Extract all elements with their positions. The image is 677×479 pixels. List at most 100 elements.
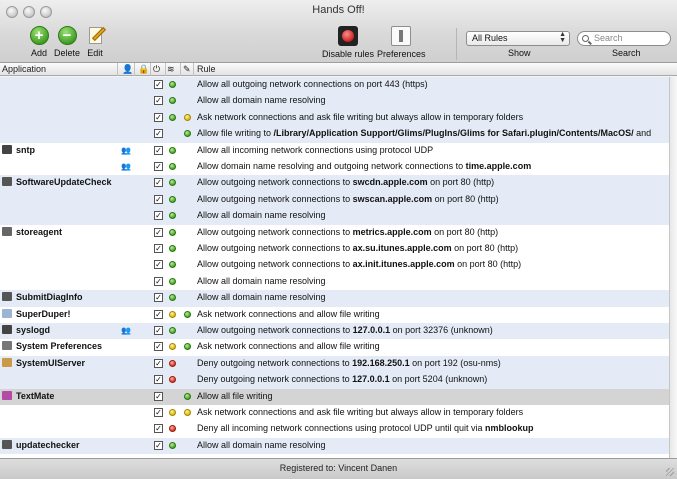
rule-enabled-checkbox[interactable]: ✓	[154, 178, 163, 188]
wifi-icon[interactable]: ≋	[167, 64, 175, 75]
show-select-value: All Rules	[472, 33, 508, 43]
table-row[interactable]: SoftwareUpdateCheck ✓ Allow outgoing netwo…	[0, 175, 669, 192]
rule-text: Ask network connections and ask file wri…	[197, 111, 524, 122]
window-title: Hands Off!	[312, 4, 365, 16]
rule-text: Allow all domain name resolving	[197, 95, 326, 106]
rule-enabled-checkbox[interactable]: ✓	[154, 96, 163, 106]
search-icon	[582, 35, 589, 42]
rule-text: Allow outgoing network connections to me…	[197, 226, 499, 237]
rule-enabled-checkbox[interactable]: ✓	[154, 162, 163, 171]
app-name: syslogd	[2, 325, 114, 335]
app-icon	[2, 390, 12, 400]
table-row[interactable]: ✓ Allow all domain name resolving	[0, 93, 669, 110]
table-row[interactable]: SubmitDiagInfo ✓ Allow all domain name res…	[0, 290, 669, 307]
edit-button[interactable]: Edit	[78, 26, 112, 60]
table-row[interactable]: storeagent ✓ Allow outgoing network connec…	[0, 224, 669, 241]
table-row[interactable]: SuperDuper! ✓ Ask network connections and …	[0, 306, 669, 323]
rule-enabled-checkbox[interactable]: ✓	[154, 80, 163, 89]
table-row[interactable]: TextMate ✓ Allow all file writing	[0, 388, 669, 405]
column-header-application[interactable]: Application	[2, 64, 46, 75]
rule-enabled-checkbox[interactable]: ✓	[154, 260, 163, 270]
pencil-icon[interactable]: ✎	[183, 64, 191, 75]
rule-enabled-checkbox[interactable]: ✓	[154, 293, 163, 303]
app-icon	[2, 308, 12, 318]
table-row[interactable]: 👥 ✓ Allow domain name resolving and outgoi…	[0, 159, 669, 176]
preferences-button[interactable]: Preferences	[377, 26, 426, 59]
table-row[interactable]: System Preferences ✓ Ask network connectio…	[0, 339, 669, 356]
table-row[interactable]: ✓ Allow outgoing network connections to s…	[0, 191, 669, 209]
rule-enabled-checkbox[interactable]: ✓	[154, 342, 163, 352]
search-input[interactable]: Search	[577, 31, 671, 46]
app-icon	[2, 144, 12, 154]
table-row[interactable]: syslogd 👥 ✓ Allow outgoing network connecti…	[0, 323, 669, 340]
rule-enabled-checkbox[interactable]: ✓	[154, 211, 163, 221]
table-row[interactable]: ✓ Allow outgoing network connections to a…	[0, 241, 669, 258]
app-icon	[2, 357, 12, 367]
rule-enabled-checkbox[interactable]: ✓	[154, 375, 163, 385]
title-toolbar: Hands Off! + Add − Delete Edit Disable r…	[0, 0, 677, 63]
rule-enabled-checkbox[interactable]: ✓	[154, 391, 163, 401]
rule-text: Allow file writing to /Library/Applicati…	[197, 128, 652, 139]
table-row[interactable]: updatechecker ✓ Allow all domain name reso…	[0, 437, 669, 455]
table-row[interactable]: ✓ Ask network connections and ask file wr…	[0, 405, 669, 422]
user-icon[interactable]: 👤	[122, 64, 133, 75]
green-status-icon	[184, 343, 191, 351]
green-status-icon	[184, 310, 191, 318]
table-row[interactable]: ✓ Deny outgoing network connections to 12…	[0, 372, 669, 389]
yellow-status-icon	[184, 113, 191, 121]
rule-enabled-checkbox[interactable]: ✓	[154, 129, 163, 139]
rule-enabled-checkbox[interactable]: ✓	[154, 440, 163, 450]
rule-text: Allow all incoming network connections u…	[197, 144, 434, 155]
rule-enabled-checkbox[interactable]: ✓	[154, 276, 163, 286]
disable-rules-button[interactable]: Disable rules	[322, 26, 374, 59]
red-status-icon	[169, 359, 176, 367]
rule-enabled-checkbox[interactable]: ✓	[154, 145, 163, 155]
app-name: SoftwareUpdateCheck	[2, 177, 114, 187]
green-status-icon	[169, 327, 176, 334]
rule-text: Deny outgoing network connections to 127…	[197, 374, 488, 385]
rule-enabled-checkbox[interactable]: ✓	[154, 227, 163, 237]
green-status-icon	[169, 113, 176, 121]
app-icon	[2, 341, 12, 351]
rule-enabled-checkbox[interactable]: ✓	[154, 112, 163, 122]
rules-table: ✓ Allow all outgoing network connections …	[0, 77, 669, 458]
table-row[interactable]: ✓ Allow all domain name resolving	[0, 273, 669, 291]
rule-enabled-checkbox[interactable]: ✓	[154, 424, 163, 434]
table-row[interactable]: SystemUIServer ✓ Deny outgoing network con…	[0, 355, 669, 373]
table-row[interactable]: ✓ Ask network connections and ask file wr…	[0, 109, 669, 127]
app-name: SuperDuper!	[2, 308, 114, 319]
lock-icon[interactable]: 🔒	[138, 64, 149, 75]
column-header-rule[interactable]: Rule	[197, 64, 216, 75]
rule-enabled-checkbox[interactable]: ✓	[154, 326, 163, 335]
delete-icon: −	[57, 26, 77, 45]
rule-enabled-checkbox[interactable]: ✓	[154, 194, 163, 204]
table-row[interactable]: sntp 👥 ✓ Allow all incoming network connect…	[0, 142, 669, 159]
table-row[interactable]: ✓ Allow outgoing network connections to a…	[0, 257, 669, 274]
rule-enabled-checkbox[interactable]: ✓	[154, 408, 163, 417]
app-name: sntp	[2, 144, 114, 155]
rule-enabled-checkbox[interactable]: ✓	[154, 309, 163, 319]
table-row[interactable]: ✓ Allow all domain name resolving	[0, 208, 669, 225]
power-icon[interactable]: ⏻	[153, 64, 160, 75]
rule-enabled-checkbox[interactable]: ✓	[154, 358, 163, 368]
table-row[interactable]: ✓ Deny all incoming network connections u…	[0, 421, 669, 438]
disable-rules-icon	[338, 26, 358, 46]
rule-text: Allow outgoing network connections to sw…	[197, 193, 499, 204]
rule-text: Ask network connections and allow file w…	[197, 308, 380, 319]
show-rules-select[interactable]: All Rules ▲ ▼	[466, 31, 570, 46]
rule-text: Allow all domain name resolving	[197, 439, 326, 450]
table-row[interactable]: ✓ Allow file writing to /Library/Applicat…	[0, 126, 669, 143]
green-status-icon	[169, 277, 176, 285]
green-status-icon	[169, 97, 176, 105]
rule-enabled-checkbox[interactable]: ✓	[154, 244, 163, 253]
yellow-status-icon	[169, 310, 176, 318]
app-icon	[2, 439, 12, 449]
resize-grip-icon[interactable]	[666, 468, 674, 476]
disable-rules-label: Disable rules	[322, 49, 375, 59]
vertical-scrollbar[interactable]	[669, 77, 677, 458]
green-status-icon	[169, 212, 176, 220]
rule-text: Allow outgoing network connections to sw…	[197, 177, 495, 188]
green-status-icon	[169, 261, 176, 269]
table-row[interactable]: ✓ Allow all outgoing network connections …	[0, 77, 669, 94]
app-icon	[2, 226, 12, 236]
